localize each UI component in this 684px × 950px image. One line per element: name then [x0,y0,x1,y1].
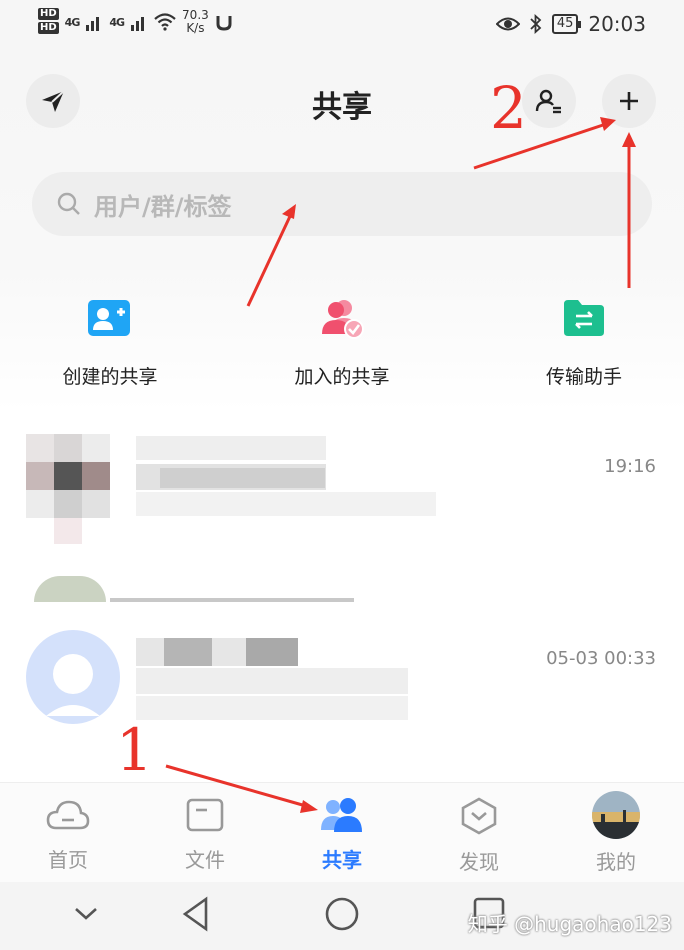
avatar [26,630,120,724]
quick-label: 传输助手 [545,366,622,388]
annotation-number-one: 1 [116,716,153,784]
folder-icon [186,798,224,832]
item-time: 19:16 [604,456,656,477]
joined-group-icon [322,300,364,339]
user-list-icon [535,89,561,114]
back-icon[interactable] [180,896,212,932]
people-icon [321,798,362,832]
tab-label: 共享 [322,848,362,872]
home-icon[interactable] [324,896,360,932]
tab-label: 首页 [48,848,88,872]
eye-icon [495,17,520,31]
list-divider [110,598,354,602]
quick-label: 加入的共享 [294,366,390,388]
tab-label: 文件 [185,848,225,872]
search-icon [57,192,80,215]
search-bar[interactable]: 用户/群/标签 [32,172,652,236]
signal-bars-icon [86,17,100,31]
signal-2-label: 4G [109,15,125,29]
transfer-folder-icon [564,300,604,336]
search-placeholder: 用户/群/标签 [94,192,232,221]
avatar [34,576,106,602]
clock: 20:03 [588,12,646,36]
tab-share[interactable]: 共享 [292,796,392,873]
contacts-button[interactable] [522,74,576,128]
tab-mine[interactable]: 我的 [566,790,666,875]
page-title: 共享 [312,90,372,125]
tab-label: 发现 [459,850,499,874]
quick-transfer-assistant[interactable]: 传输助手 [484,296,684,389]
status-right: 45 20:03 [495,12,646,36]
watermark: 知乎 @hugaohao123 [467,912,672,936]
hd-badge-2: HD [38,22,59,34]
quick-label: 创建的共享 [62,366,158,388]
wifi-icon [154,13,176,31]
status-left: HD HD 4G 4G 70.3 K/s [38,8,233,36]
network-speed: 70.3 K/s [182,8,209,35]
battery-indicator: 45 [551,14,581,34]
signal-1-label: 4G [64,15,81,29]
signal-bars-icon [131,17,145,31]
cloud-icon [46,800,90,830]
discover-icon [461,797,497,835]
collapse-icon[interactable] [72,902,100,926]
tab-discover[interactable]: 发现 [429,796,529,875]
quick-created-shares[interactable]: 创建的共享 [10,296,210,389]
status-bar: HD HD 4G 4G 70.3 K/s 45 20:03 [0,0,684,52]
list-item[interactable]: 19:16 [0,420,684,560]
list-item[interactable]: 05-03 00:33 [0,612,684,732]
tab-home[interactable]: 首页 [18,796,118,873]
quick-joined-shares[interactable]: 加入的共享 [242,296,442,389]
bluetooth-icon [530,14,542,34]
hd-badge-1: HD [38,8,59,20]
add-button[interactable] [602,74,656,128]
plus-icon [620,92,638,110]
annotation-number-two: 2 [490,74,527,142]
tab-files[interactable]: 文件 [155,796,255,873]
tab-label: 我的 [596,850,636,874]
avatar-icon [592,791,640,839]
default-avatar-icon [46,654,100,716]
item-time: 05-03 00:33 [546,648,656,669]
add-user-icon [88,300,130,336]
app-notification-icon [216,16,232,31]
